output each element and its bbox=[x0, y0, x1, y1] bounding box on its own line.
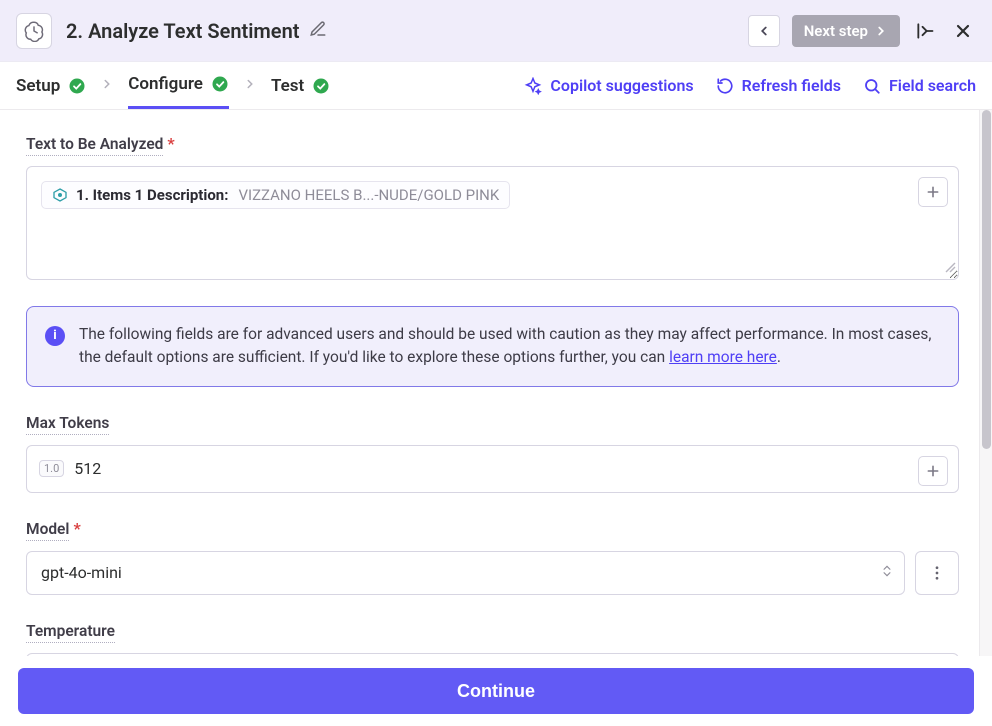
pill-label: 1. Items 1 Description: bbox=[76, 186, 228, 204]
close-icon[interactable] bbox=[950, 18, 976, 44]
model-more-button[interactable] bbox=[915, 551, 959, 595]
temperature-label: Temperature bbox=[26, 622, 115, 643]
required-indicator: * bbox=[73, 519, 80, 538]
source-icon bbox=[52, 187, 68, 203]
required-indicator: * bbox=[167, 134, 174, 153]
app-icon-openai bbox=[16, 13, 52, 49]
info-text: The following fields are for advanced us… bbox=[79, 323, 940, 370]
expand-icon[interactable] bbox=[912, 18, 938, 44]
edit-title-icon[interactable] bbox=[309, 20, 327, 42]
tab-test[interactable]: Test bbox=[271, 64, 330, 108]
header-left: 2. Analyze Text Sentiment bbox=[16, 13, 327, 49]
tab-configure[interactable]: Configure bbox=[128, 62, 229, 109]
model-row: gpt-4o-mini bbox=[26, 551, 959, 595]
check-icon bbox=[68, 77, 86, 95]
learn-more-link[interactable]: learn more here bbox=[669, 348, 777, 366]
resize-handle-icon[interactable] bbox=[944, 258, 956, 277]
mapped-field-pill[interactable]: 1. Items 1 Description: VIZZANO HEELS B.… bbox=[41, 181, 510, 209]
text-label: Text to Be Analyzed bbox=[26, 135, 163, 156]
refresh-label: Refresh fields bbox=[742, 76, 841, 95]
tab-setup-label: Setup bbox=[16, 76, 60, 96]
max-tokens-label: Max Tokens bbox=[26, 414, 109, 435]
model-select[interactable]: gpt-4o-mini bbox=[26, 551, 905, 595]
footer: Continue bbox=[0, 656, 992, 726]
field-temperature: Temperature 1.0 1.0 bbox=[26, 621, 959, 657]
title-group: 2. Analyze Text Sentiment bbox=[66, 19, 327, 43]
tab-configure-label: Configure bbox=[128, 74, 203, 94]
text-input[interactable]: 1. Items 1 Description: VIZZANO HEELS B.… bbox=[26, 166, 959, 280]
header-right: Next step bbox=[748, 15, 976, 47]
field-search-button[interactable]: Field search bbox=[863, 76, 976, 95]
step-title: 2. Analyze Text Sentiment bbox=[66, 19, 299, 43]
field-max-tokens: Max Tokens 1.0 512 bbox=[26, 413, 959, 493]
field-model: Model* gpt-4o-mini bbox=[26, 519, 959, 595]
copilot-suggestions-button[interactable]: Copilot suggestions bbox=[524, 76, 693, 95]
tab-row: Setup Configure Test Copilot suggest bbox=[0, 62, 992, 110]
pill-value: VIZZANO HEELS B...-NUDE/GOLD PINK bbox=[238, 186, 499, 204]
num-type-tag: 1.0 bbox=[39, 460, 64, 477]
add-field-button[interactable] bbox=[918, 456, 948, 486]
model-label: Model bbox=[26, 520, 69, 541]
header-bar: 2. Analyze Text Sentiment Next step bbox=[0, 0, 992, 62]
continue-button[interactable]: Continue bbox=[18, 668, 974, 714]
add-field-button[interactable] bbox=[918, 177, 948, 207]
scroll-area: Text to Be Analyzed* 1. Items 1 Descript… bbox=[0, 110, 979, 656]
tab-setup[interactable]: Setup bbox=[16, 64, 86, 108]
prev-step-button[interactable] bbox=[748, 15, 780, 47]
tab-test-label: Test bbox=[271, 76, 304, 96]
next-step-label: Next step bbox=[804, 22, 868, 40]
info-box: i The following fields are for advanced … bbox=[26, 306, 959, 387]
next-step-button[interactable]: Next step bbox=[792, 15, 900, 47]
select-caret-icon bbox=[880, 562, 894, 584]
content-wrap: Text to Be Analyzed* 1. Items 1 Descript… bbox=[0, 110, 992, 656]
temperature-input[interactable]: 1.0 1.0 bbox=[26, 653, 959, 657]
info-text-period: . bbox=[777, 348, 781, 366]
check-icon bbox=[211, 75, 229, 93]
scrollbar[interactable] bbox=[979, 110, 992, 656]
field-text-to-analyze: Text to Be Analyzed* 1. Items 1 Descript… bbox=[26, 134, 959, 280]
info-icon: i bbox=[45, 326, 65, 346]
max-tokens-value: 512 bbox=[74, 459, 101, 478]
info-callout: i The following fields are for advanced … bbox=[26, 306, 959, 387]
fieldsearch-label: Field search bbox=[889, 76, 976, 95]
chevron-right-icon bbox=[243, 76, 257, 95]
tabs: Setup Configure Test bbox=[16, 62, 330, 109]
model-value: gpt-4o-mini bbox=[41, 563, 122, 582]
chevron-right-icon bbox=[100, 76, 114, 95]
refresh-fields-button[interactable]: Refresh fields bbox=[716, 76, 841, 95]
max-tokens-input[interactable]: 1.0 512 bbox=[26, 445, 959, 493]
copilot-label: Copilot suggestions bbox=[550, 76, 693, 95]
scroll-thumb[interactable] bbox=[982, 110, 991, 449]
tab-actions: Copilot suggestions Refresh fields Field… bbox=[524, 76, 976, 95]
check-icon bbox=[312, 77, 330, 95]
info-text-before: The following fields are for advanced us… bbox=[79, 325, 931, 366]
